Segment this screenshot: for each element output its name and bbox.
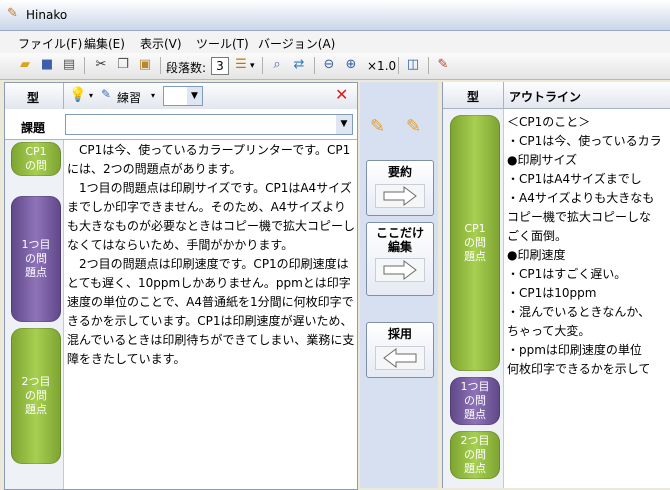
replace-icon[interactable]: ⇄ [290, 56, 308, 74]
outline-line[interactable]: ・CP1はすごく遅い。 [507, 265, 670, 284]
outline-header-bar: 型 アウトライン [443, 82, 670, 109]
chevron-down-icon[interactable]: ▾ [89, 91, 93, 100]
outline-header: アウトライン [509, 90, 582, 104]
menu-file[interactable]: ファイル(F) [18, 35, 82, 52]
outline-line[interactable]: ちゃって大変。 [507, 322, 670, 341]
outline-line[interactable]: ●印刷速度 [507, 246, 670, 265]
open-folder-icon[interactable]: ▰ [16, 56, 34, 74]
outline-tag-problem-2[interactable]: 2つ目 の問 題点 [450, 431, 500, 479]
title-bar: ✎ Hinako [0, 0, 670, 31]
chevron-down-icon[interactable]: ▼ [336, 115, 352, 134]
zoom-out-icon[interactable]: ⊖ [320, 56, 338, 74]
menu-view[interactable]: 表示(V) [140, 35, 182, 52]
toolbar-separator [398, 57, 399, 74]
paragraph-count-input[interactable]: 3 [211, 57, 229, 75]
chevron-down-icon[interactable]: ▼ [187, 87, 202, 105]
header-divider [63, 83, 64, 109]
tag-problem-1[interactable]: 1つ目 の問 題点 [11, 196, 61, 322]
type-header: 型 [467, 90, 480, 104]
edit-here-label: ここだけ 編集 [375, 226, 424, 254]
summarize-label: 要約 [387, 165, 412, 179]
pencil-icon: ✎ [406, 116, 422, 137]
practice-label[interactable]: 練習 [117, 89, 141, 106]
chevron-down-icon[interactable]: ▾ [151, 91, 155, 100]
cut-icon[interactable]: ✂ [92, 56, 110, 74]
document-text[interactable]: CP1は今、使っているカラープリンターです。CP1には、2つの問題点があります。… [67, 141, 355, 369]
outline-line[interactable]: ・混んでいるときなんか、 [507, 303, 670, 322]
find-icon[interactable]: ⌕ [268, 56, 286, 74]
menu-bar: ファイル(F) 編集(E) 表示(V) ツール(T) バージョン(A) [0, 31, 670, 53]
editor-panel: 型 💡 ▾ ✎ 練習 ▾ ▼ ✕ 課題 ▼ CP1 の問 1つ目 の問 題点 2… [4, 82, 358, 490]
toolbar-separator [262, 57, 263, 74]
outline-line[interactable]: コピー機で拡大コピーしな [507, 208, 670, 227]
outline-line[interactable]: ・A4サイズよりも大きなも [507, 189, 670, 208]
outline-line[interactable]: 何枚印字できるかを示して [507, 360, 670, 379]
paragraph-count-label: 段落数: [166, 61, 207, 75]
toolbar: ▰ ■ ▤ ✂ ❐ ▣ 段落数: 3 ☰ ▾ ⌕ ⇄ ⊖ ⊕ ×1.0 ◫ ✎ [0, 53, 670, 80]
outline-tag-cp1[interactable]: CP1 の問 題点 [450, 115, 500, 371]
tag-cp1[interactable]: CP1 の問 [11, 142, 61, 176]
outline-line[interactable]: ●印刷サイズ [507, 151, 670, 170]
outline-line[interactable]: ・CP1は今、使っているカラ [507, 132, 670, 151]
right-arrow-icon [375, 184, 425, 208]
outline-line[interactable]: ・CP1はA4サイズまでし [507, 170, 670, 189]
menu-version[interactable]: バージョン(A) [258, 35, 335, 52]
outline-line[interactable]: ・CP1は10ppm [507, 284, 670, 303]
close-icon[interactable]: ✕ [335, 85, 348, 104]
print-icon[interactable]: ▤ [60, 56, 78, 74]
save-icon[interactable]: ■ [38, 56, 56, 74]
right-arrow-icon [375, 258, 425, 282]
window-title: Hinako [26, 8, 68, 22]
list-format-icon[interactable]: ☰ [232, 56, 250, 74]
outline-tag-column: CP1 の問 題点 1つ目 の問 題点 2つ目 の問 題点 [443, 109, 504, 488]
tag-column: CP1 の問 1つ目 の問 題点 2つ目 の問 題点 [5, 140, 64, 489]
outline-list: ＜CP1のこと＞ ・CP1は今、使っているカラ ●印刷サイズ ・CP1はA4サイ… [507, 113, 670, 379]
summarize-button[interactable]: 要約 [366, 160, 434, 216]
header-divider [503, 82, 504, 108]
paste-icon[interactable]: ▣ [136, 56, 154, 74]
pencil-app-icon: ✎ [7, 6, 18, 21]
task-row: 課題 ▼ [5, 109, 357, 140]
copy-icon[interactable]: ❐ [114, 56, 132, 74]
type-header: 型 [27, 91, 40, 105]
adopt-label: 採用 [387, 327, 412, 341]
outline-tag-problem-1[interactable]: 1つ目 の問 題点 [450, 377, 500, 425]
outline-panel: 型 アウトライン CP1 の問 題点 1つ目 の問 題点 2つ目 の問 題点 ＜… [442, 82, 670, 488]
tag-problem-2[interactable]: 2つ目 の問 題点 [11, 328, 61, 464]
practice-icon: ✎ [101, 87, 112, 101]
action-panel: ✎ ✎ 要約 ここだけ 編集 採用 [360, 82, 438, 488]
toolbar-separator [160, 57, 161, 74]
lightbulb-icon[interactable]: 💡 [69, 87, 86, 103]
toolbar-separator [428, 57, 429, 74]
practice-dropdown[interactable]: ▼ [163, 86, 203, 106]
tools-icon[interactable]: ✎ [434, 56, 452, 74]
task-select[interactable]: ▼ [65, 114, 353, 135]
menu-tools[interactable]: ツール(T) [196, 35, 249, 52]
outline-line[interactable]: ・ppmは印刷速度の単位 [507, 341, 670, 360]
outline-line[interactable]: ごく面倒。 [507, 227, 670, 246]
task-label: 課題 [21, 121, 46, 135]
layout-icon[interactable]: ◫ [404, 56, 422, 74]
toolbar-separator [84, 57, 85, 74]
chevron-down-icon[interactable]: ▾ [250, 61, 255, 71]
menu-edit[interactable]: 編集(E) [84, 35, 125, 52]
edit-here-button[interactable]: ここだけ 編集 [366, 222, 434, 296]
pencil-icon: ✎ [370, 116, 386, 137]
adopt-button[interactable]: 採用 [366, 322, 434, 378]
toolbar-separator [314, 57, 315, 74]
zoom-in-icon[interactable]: ⊕ [342, 56, 360, 74]
zoom-level: ×1.0 [367, 59, 397, 73]
left-arrow-icon [375, 346, 425, 370]
outline-line[interactable]: ＜CP1のこと＞ [507, 113, 670, 132]
editor-header: 型 💡 ▾ ✎ 練習 ▾ ▼ ✕ [5, 83, 357, 110]
